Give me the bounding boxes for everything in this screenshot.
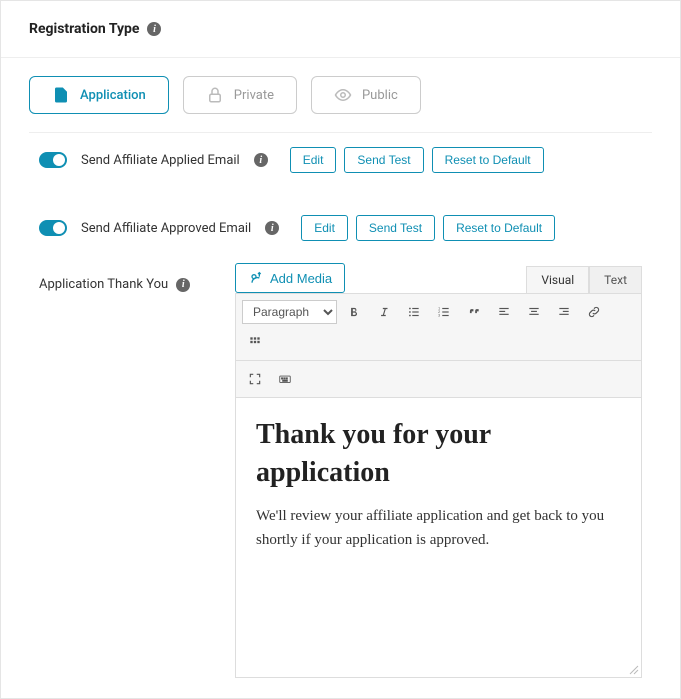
thank-you-label: Application Thank You xyxy=(39,277,168,292)
add-media-button[interactable]: Add Media xyxy=(235,263,345,293)
tab-label: Public xyxy=(362,88,398,103)
bold-icon xyxy=(347,303,361,321)
editor-tab-text[interactable]: Text xyxy=(589,266,642,293)
fullscreen-button[interactable] xyxy=(242,366,268,392)
align-left-button[interactable] xyxy=(491,299,517,325)
tab-application[interactable]: Application xyxy=(29,76,169,114)
content-body: We'll review your affiliate application … xyxy=(256,504,621,552)
resize-handle-icon[interactable] xyxy=(627,663,639,675)
tab-label: Application xyxy=(80,88,146,103)
align-center-button[interactable] xyxy=(521,299,547,325)
keyboard-icon xyxy=(278,370,292,388)
document-icon xyxy=(52,86,70,104)
toolbar-toggle-icon xyxy=(248,333,262,351)
add-media-label: Add Media xyxy=(270,271,332,286)
numbered-list-button[interactable]: 123 xyxy=(431,299,457,325)
format-select[interactable]: Paragraph xyxy=(242,300,337,324)
align-left-icon xyxy=(497,303,511,321)
approved-email-label: Send Affiliate Approved Email xyxy=(81,221,251,236)
reset-default-button[interactable]: Reset to Default xyxy=(443,215,555,241)
align-right-icon xyxy=(557,303,571,321)
blockquote-button[interactable] xyxy=(461,299,487,325)
bold-button[interactable] xyxy=(341,299,367,325)
media-icon xyxy=(248,270,264,286)
tab-private[interactable]: Private xyxy=(183,76,297,114)
applied-email-label: Send Affiliate Applied Email xyxy=(81,153,240,168)
keyboard-button[interactable] xyxy=(272,366,298,392)
bullet-list-button[interactable] xyxy=(401,299,427,325)
toggle-approved-email[interactable] xyxy=(39,220,67,236)
toggle-applied-email[interactable] xyxy=(39,152,67,168)
reset-default-button[interactable]: Reset to Default xyxy=(432,147,544,173)
content-heading: Thank you for your application xyxy=(256,416,621,492)
tab-public[interactable]: Public xyxy=(311,76,421,114)
edit-button[interactable]: Edit xyxy=(301,215,348,241)
info-icon[interactable]: i xyxy=(254,153,268,167)
toolbar-toggle-button[interactable] xyxy=(242,329,268,355)
link-icon xyxy=(587,303,601,321)
fullscreen-icon xyxy=(248,370,262,388)
link-button[interactable] xyxy=(581,299,607,325)
info-icon[interactable]: i xyxy=(176,278,190,292)
editor-content-area[interactable]: Thank you for your application We'll rev… xyxy=(235,398,642,678)
italic-icon xyxy=(377,303,391,321)
lock-icon xyxy=(206,86,224,104)
section-title: Registration Type xyxy=(29,21,139,37)
svg-text:3: 3 xyxy=(438,314,440,318)
align-center-icon xyxy=(527,303,541,321)
quote-icon xyxy=(467,303,481,321)
send-test-button[interactable]: Send Test xyxy=(344,147,423,173)
eye-icon xyxy=(334,86,352,104)
info-icon[interactable]: i xyxy=(265,221,279,235)
numbered-list-icon: 123 xyxy=(437,303,451,321)
send-test-button[interactable]: Send Test xyxy=(356,215,435,241)
info-icon[interactable]: i xyxy=(147,22,161,36)
italic-button[interactable] xyxy=(371,299,397,325)
edit-button[interactable]: Edit xyxy=(290,147,337,173)
editor-tab-visual[interactable]: Visual xyxy=(526,266,589,293)
align-right-button[interactable] xyxy=(551,299,577,325)
tab-label: Private xyxy=(234,88,274,103)
bullet-list-icon xyxy=(407,303,421,321)
